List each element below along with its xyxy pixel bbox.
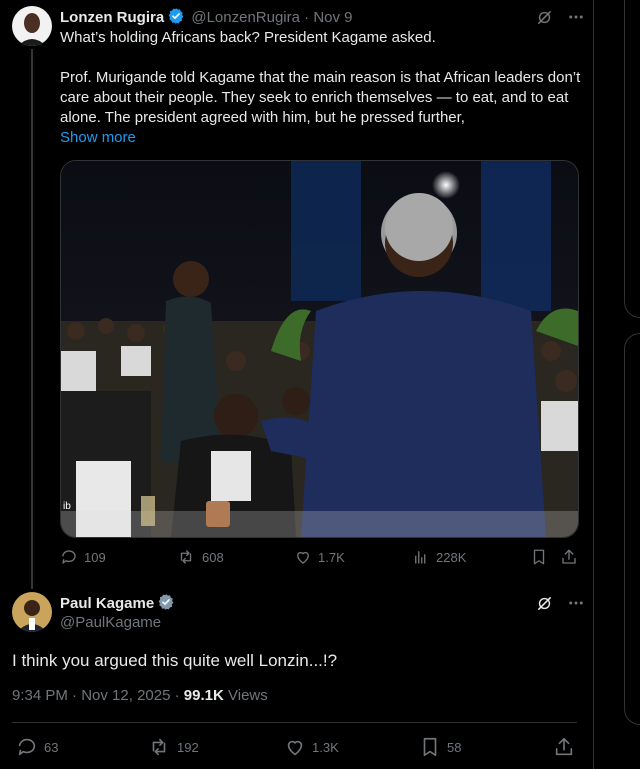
show-more-link[interactable]: Show more <box>60 129 136 146</box>
like-button[interactable]: 1.3K <box>284 736 339 758</box>
tweet-meta: 9:34 PM · Nov 12, 2025 · 99.1K Views <box>12 686 268 706</box>
tweet-top-actions <box>536 594 585 617</box>
repost-count: 608 <box>202 549 224 565</box>
share-button[interactable] <box>560 548 578 566</box>
heart-icon <box>287 740 303 756</box>
bookmark-icon <box>423 737 437 757</box>
column-border <box>593 0 594 769</box>
author-handle[interactable]: @LonzenRugira <box>191 9 300 26</box>
repost-count: 192 <box>177 739 199 755</box>
repost-icon <box>180 550 192 564</box>
tweet-video[interactable]: ib <box>60 160 579 538</box>
reply-icon <box>18 738 36 756</box>
separator-dot: · <box>304 9 310 26</box>
reply-icon <box>62 550 76 564</box>
like-button[interactable]: 1.7K <box>294 548 345 566</box>
bookmark-icon <box>533 549 545 565</box>
grok-icon[interactable] <box>536 595 553 617</box>
tweet-text-line1: What’s holding Africans back? President … <box>60 29 436 46</box>
tweet-body: What’s holding Africans back? President … <box>60 28 585 148</box>
bookmark-count: 58 <box>447 739 462 755</box>
avatar-lonzen[interactable] <box>12 6 52 46</box>
views-count: 99.1K <box>183 687 224 704</box>
reply-count: 63 <box>44 739 59 755</box>
separator-dot: · <box>174 687 180 704</box>
divider <box>12 722 577 723</box>
reply-button[interactable]: 63 <box>16 736 58 758</box>
bookmark-button[interactable] <box>530 548 548 566</box>
views-button[interactable]: 228K <box>412 548 466 566</box>
svg-text:ib: ib <box>63 501 71 512</box>
heart-icon <box>297 551 309 564</box>
tweet-time[interactable]: 9:34 PM <box>12 687 68 704</box>
bookmark-button[interactable]: 58 <box>419 736 461 758</box>
separator-dot: · <box>72 687 78 704</box>
author-name[interactable]: Paul Kagame <box>60 595 154 612</box>
like-count: 1.3K <box>312 739 339 755</box>
author-name[interactable]: Lonzen Rugira <box>60 9 164 26</box>
sidebar-card <box>624 0 640 318</box>
reply-count: 109 <box>84 549 106 565</box>
reply-button[interactable]: 109 <box>60 548 106 566</box>
sidebar-card <box>624 333 640 725</box>
avatar-kagame[interactable] <box>12 592 52 632</box>
tweet-text-para2: Prof. Murigande told Kagame that the mai… <box>60 69 581 126</box>
tweet-date[interactable]: Nov 12, 2025 <box>81 687 170 704</box>
tweet-actions: 109 608 1.7K 228K <box>60 548 580 570</box>
repost-button[interactable]: 608 <box>176 548 224 566</box>
tweet-actions: 63 192 1.3K 58 <box>12 736 582 758</box>
share-icon <box>555 737 573 756</box>
more-options-icon[interactable] <box>567 594 585 617</box>
views-count: 228K <box>436 549 467 565</box>
repost-button[interactable]: 192 <box>147 736 199 758</box>
views-label: Views <box>228 687 268 704</box>
share-button[interactable] <box>553 736 575 758</box>
analytics-icon <box>415 551 426 564</box>
like-count: 1.7K <box>318 549 345 565</box>
repost-icon <box>152 738 166 756</box>
tweet-text: I think you argued this quite well Lonzi… <box>12 651 338 670</box>
author-handle[interactable]: @PaulKagame <box>60 613 161 633</box>
share-icon <box>562 549 576 564</box>
thread-line <box>31 49 33 589</box>
tweet-date[interactable]: Nov 9 <box>313 9 352 26</box>
